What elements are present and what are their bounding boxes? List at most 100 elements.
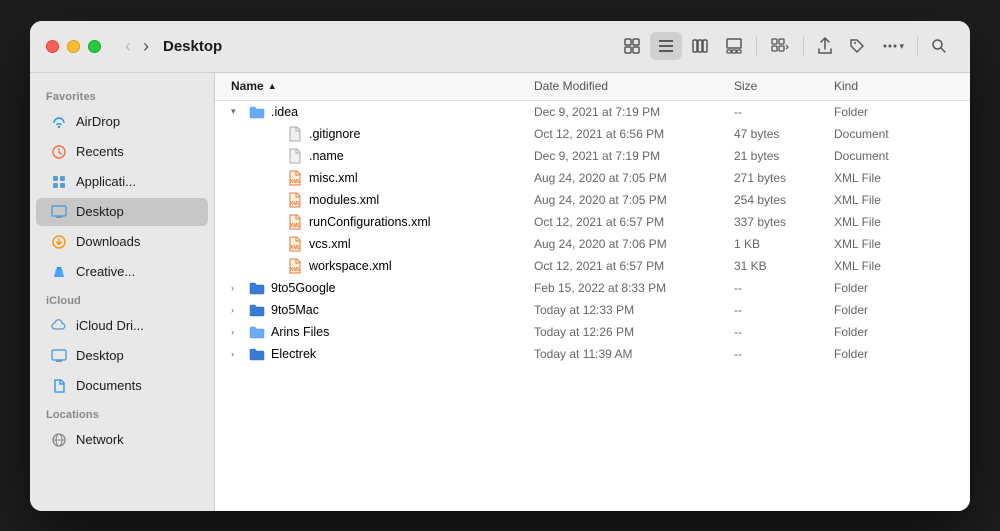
- minimize-button[interactable]: [67, 40, 80, 53]
- sidebar-label-recents: Recents: [76, 144, 124, 159]
- file-kind: XML File: [834, 193, 954, 207]
- col-date-header[interactable]: Date Modified: [534, 79, 734, 93]
- svg-text:XML: XML: [290, 223, 301, 229]
- sidebar-item-recents[interactable]: Recents: [36, 138, 208, 166]
- expand-icon: [269, 239, 281, 249]
- expand-icon[interactable]: ›: [231, 327, 243, 337]
- file-name-cell: ▾ .idea: [231, 104, 534, 120]
- back-button[interactable]: ‹: [121, 35, 135, 57]
- table-row[interactable]: XML workspace.xml Oct 12, 2021 at 6:57 P…: [215, 255, 970, 277]
- file-date: Feb 15, 2022 at 8:33 PM: [534, 281, 734, 295]
- svg-text:XML: XML: [290, 267, 301, 273]
- table-row[interactable]: XML vcs.xml Aug 24, 2020 at 7:06 PM 1 KB…: [215, 233, 970, 255]
- file-name: Electrek: [271, 347, 316, 361]
- sidebar-item-downloads[interactable]: Downloads: [36, 228, 208, 256]
- forward-button[interactable]: ›: [139, 35, 153, 57]
- file-size: --: [734, 325, 834, 339]
- applications-icon: [50, 173, 68, 191]
- file-list-body[interactable]: ▾ .idea Dec 9, 2021 at 7:19 PM -- Folder: [215, 101, 970, 511]
- expand-icon: [269, 129, 281, 139]
- file-size: --: [734, 281, 834, 295]
- tag-icon: [849, 37, 865, 55]
- table-row[interactable]: .name Dec 9, 2021 at 7:19 PM 21 bytes Do…: [215, 145, 970, 167]
- finder-window: ‹ › Desktop: [30, 21, 970, 511]
- expand-icon[interactable]: ›: [231, 349, 243, 359]
- file-kind: Document: [834, 149, 954, 163]
- file-size: 47 bytes: [734, 127, 834, 141]
- more-button[interactable]: ▾: [874, 32, 911, 60]
- file-date: Today at 12:26 PM: [534, 325, 734, 339]
- table-row[interactable]: XML misc.xml Aug 24, 2020 at 7:05 PM 271…: [215, 167, 970, 189]
- sidebar-label-documents: Documents: [76, 378, 142, 393]
- share-button[interactable]: [810, 32, 840, 60]
- icon-view-icon: [623, 37, 641, 55]
- col-size-header[interactable]: Size: [734, 79, 834, 93]
- folder-icon: [249, 346, 265, 362]
- expand-icon[interactable]: ▾: [231, 106, 243, 117]
- icloud-desktop-icon: [50, 347, 68, 365]
- col-kind-header[interactable]: Kind: [834, 79, 954, 93]
- file-size: --: [734, 347, 834, 361]
- sidebar-item-creative[interactable]: Creative...: [36, 258, 208, 286]
- table-row[interactable]: › 9to5Mac Today at 12:33 PM -- Folder: [215, 299, 970, 321]
- file-name: 9to5Mac: [271, 303, 319, 317]
- list-view-button[interactable]: [650, 32, 682, 60]
- sidebar-item-icloud-drive[interactable]: iCloud Dri...: [36, 312, 208, 340]
- file-kind: XML File: [834, 259, 954, 273]
- table-row[interactable]: XML runConfigurations.xml Oct 12, 2021 a…: [215, 211, 970, 233]
- tag-button[interactable]: [842, 32, 872, 60]
- column-view-button[interactable]: [684, 32, 716, 60]
- titlebar: ‹ › Desktop: [30, 21, 970, 73]
- more-icon: [881, 37, 899, 55]
- file-kind: Folder: [834, 303, 954, 317]
- search-button[interactable]: [924, 33, 954, 59]
- file-date: Aug 24, 2020 at 7:06 PM: [534, 237, 734, 251]
- network-icon: [50, 431, 68, 449]
- toolbar-divider-3: [917, 36, 918, 56]
- file-size: 254 bytes: [734, 193, 834, 207]
- gallery-view-button[interactable]: [718, 32, 750, 60]
- file-pane: Name ▲ Date Modified Size Kind ▾: [215, 73, 970, 511]
- table-row[interactable]: ▾ .idea Dec 9, 2021 at 7:19 PM -- Folder: [215, 101, 970, 123]
- file-kind: Folder: [834, 281, 954, 295]
- traffic-lights: [46, 40, 101, 53]
- sort-arrow: ▲: [268, 81, 277, 91]
- window-title: Desktop: [163, 38, 222, 55]
- table-row[interactable]: › 9to5Google Feb 15, 2022 at 8:33 PM -- …: [215, 277, 970, 299]
- file-name-cell: › 9to5Google: [231, 280, 534, 296]
- xml-icon: XML: [287, 214, 303, 230]
- col-name-header[interactable]: Name ▲: [231, 79, 534, 93]
- expand-icon[interactable]: ›: [231, 305, 243, 315]
- sidebar-item-network[interactable]: Network: [36, 426, 208, 454]
- close-button[interactable]: [46, 40, 59, 53]
- table-row[interactable]: › Electrek Today at 11:39 AM -- Folder: [215, 343, 970, 365]
- col-name-label: Name: [231, 79, 264, 93]
- file-date: Today at 12:33 PM: [534, 303, 734, 317]
- file-size: 31 KB: [734, 259, 834, 273]
- sidebar-item-airdrop[interactable]: AirDrop: [36, 108, 208, 136]
- file-name-cell: XML modules.xml: [233, 192, 534, 208]
- sidebar-section-locations: Locations: [30, 401, 214, 425]
- file-name-cell: › Arins Files: [231, 324, 534, 340]
- group-icon: [770, 37, 790, 55]
- column-headers: Name ▲ Date Modified Size Kind: [215, 73, 970, 101]
- file-date: Aug 24, 2020 at 7:05 PM: [534, 171, 734, 185]
- toolbar-divider-2: [803, 36, 804, 56]
- table-row[interactable]: › Arins Files Today at 12:26 PM -- Folde…: [215, 321, 970, 343]
- expand-icon[interactable]: ›: [231, 283, 243, 293]
- group-button[interactable]: [763, 32, 797, 60]
- sidebar-item-applications[interactable]: Applicati...: [36, 168, 208, 196]
- search-icon: [931, 38, 947, 54]
- sidebar-item-desktop[interactable]: Desktop: [36, 198, 208, 226]
- sidebar-item-documents[interactable]: Documents: [36, 372, 208, 400]
- maximize-button[interactable]: [88, 40, 101, 53]
- downloads-icon: [50, 233, 68, 251]
- expand-icon: [269, 195, 281, 205]
- file-name-cell: › Electrek: [231, 346, 534, 362]
- table-row[interactable]: XML modules.xml Aug 24, 2020 at 7:05 PM …: [215, 189, 970, 211]
- sidebar-label-downloads: Downloads: [76, 234, 140, 249]
- table-row[interactable]: .gitignore Oct 12, 2021 at 6:56 PM 47 by…: [215, 123, 970, 145]
- icon-view-button[interactable]: [616, 32, 648, 60]
- sidebar-item-icloud-desktop[interactable]: Desktop: [36, 342, 208, 370]
- file-date: Oct 12, 2021 at 6:56 PM: [534, 127, 734, 141]
